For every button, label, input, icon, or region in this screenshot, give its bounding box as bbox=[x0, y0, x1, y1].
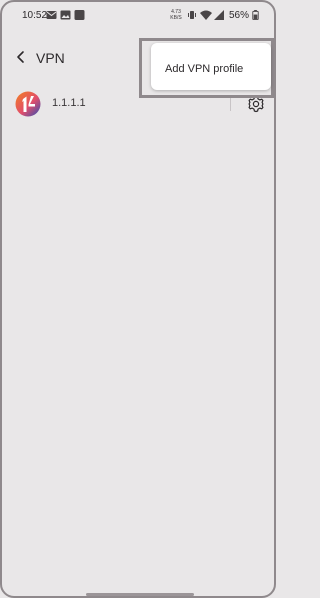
vibrate-icon bbox=[188, 11, 196, 19]
wifi-icon bbox=[200, 10, 212, 20]
status-time: 10:52 bbox=[22, 10, 48, 21]
page-title: VPN bbox=[36, 50, 65, 66]
cellular-signal-icon bbox=[214, 10, 224, 20]
divider bbox=[230, 97, 231, 111]
home-indicator[interactable] bbox=[86, 593, 194, 596]
status-bar: 10:52 4.73 KB/S 56% bbox=[2, 2, 274, 30]
vpn-profile-name: 1.1.1.1 bbox=[52, 97, 86, 109]
network-speed: 4.73 KB/S bbox=[169, 9, 183, 21]
back-arrow-icon[interactable] bbox=[14, 50, 28, 64]
image-icon bbox=[60, 10, 71, 20]
popup-menu-card: Add VPN profile bbox=[151, 43, 271, 90]
phone-screen: 10:52 4.73 KB/S 56% VPN 1.1.1.1 Add VPN … bbox=[0, 0, 276, 598]
overflow-popup-menu: Add VPN profile bbox=[139, 38, 274, 98]
network-speed-unit: KB/S bbox=[170, 15, 182, 21]
add-vpn-profile-menu-item[interactable]: Add VPN profile bbox=[165, 63, 243, 75]
battery-percentage: 56% bbox=[229, 10, 250, 21]
app-notification-icon bbox=[74, 10, 85, 20]
cloudflare-1111-app-icon bbox=[15, 91, 41, 117]
mail-icon bbox=[46, 11, 57, 19]
battery-icon bbox=[252, 10, 259, 20]
